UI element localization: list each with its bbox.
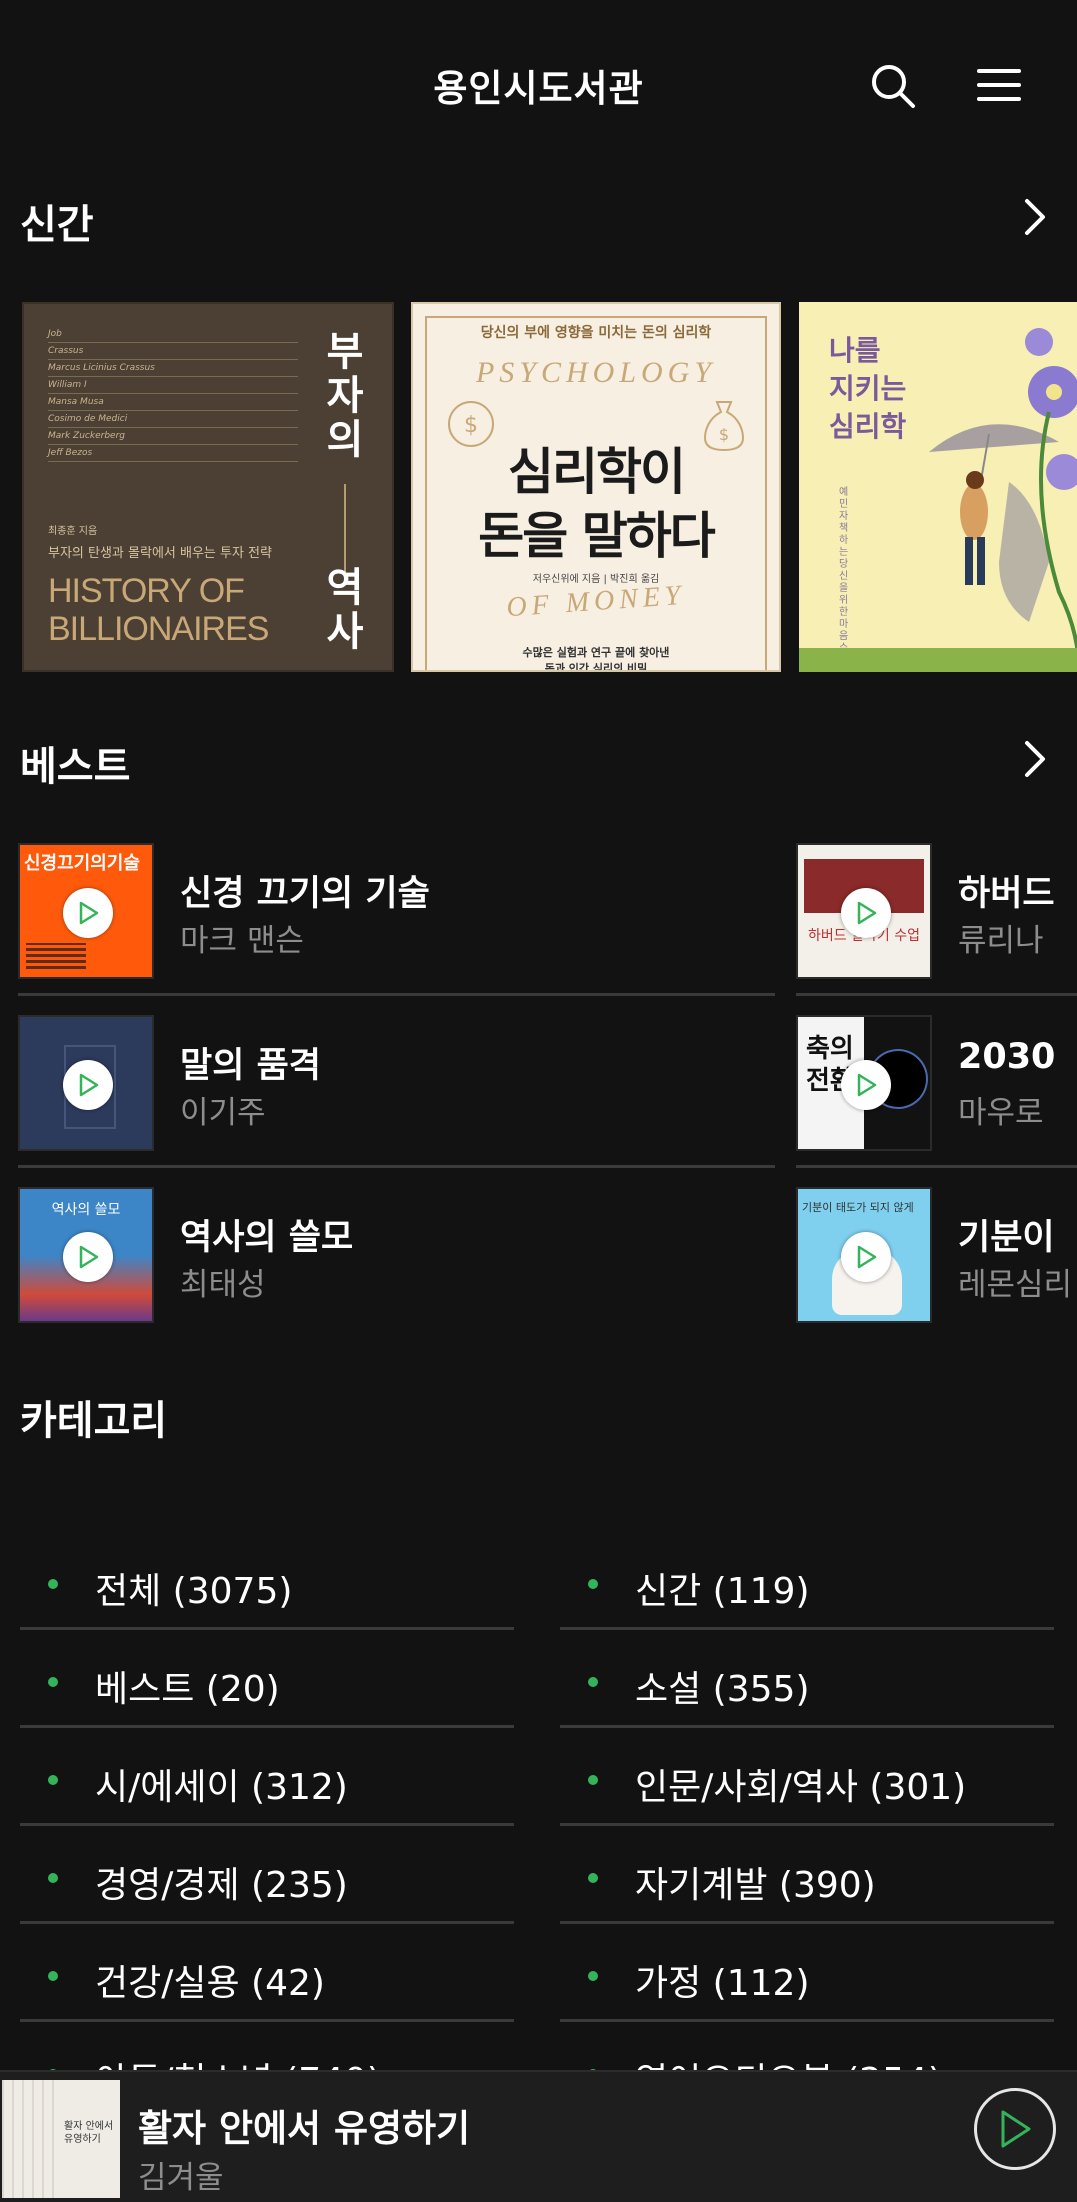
best-item[interactable]: 하버드 말하기 수업 하버드 류리나 [796, 843, 1077, 1015]
book-author: 마우로 [958, 1095, 1044, 1131]
book-author: 레몬심리 [958, 1267, 1073, 1303]
divider [796, 1165, 1077, 1168]
new-books-carousel[interactable]: Job Crassus Marcus Licinius Crassus Will… [0, 302, 1077, 674]
cover-title-ko-2: 역사 [326, 565, 364, 655]
section-title-new: 신간 [20, 202, 94, 248]
cover-divider [344, 484, 346, 574]
cover-bottom-1: 수많은 실험과 연구 끝에 찾아낸 [522, 646, 670, 659]
divider [560, 2019, 1054, 2022]
grass-strip [799, 648, 1077, 672]
cover-bottom-2: 돈과 인간 심리의 비밀 [544, 662, 648, 672]
category-item-best[interactable]: 베스트 (20) [20, 1632, 514, 1728]
chevron-right-icon[interactable] [1015, 195, 1055, 239]
cover-title-en-2: BILLIONAIRES [48, 610, 269, 648]
cover-en-top: PSYCHOLOGY [475, 356, 717, 389]
section-title-best: 베스트 [20, 744, 131, 790]
umbrella-illustration [929, 328, 1077, 672]
mini-player[interactable]: 활자 안에서 유영하기 활자 안에서 유영하기 김겨울 [0, 2070, 1077, 2202]
divider [20, 1823, 514, 1826]
divider [560, 1725, 1054, 1728]
cover-title-1: 심리학이 [508, 443, 686, 501]
category-item-poetry-essay[interactable]: 시/에세이 (312) [20, 1730, 514, 1826]
bullet-icon [588, 1873, 598, 1883]
category-item-humanities[interactable]: 인문/사회/역사 (301) [560, 1730, 1054, 1826]
best-item[interactable]: 말의 품격 이기주 [18, 1015, 775, 1187]
category-item-all[interactable]: 전체 (3075) [20, 1534, 514, 1630]
play-icon[interactable] [841, 888, 891, 938]
category-item-health[interactable]: 건강/실용 (42) [20, 1926, 514, 2022]
divider [560, 1921, 1054, 1924]
book-title: 2030 [958, 1037, 1056, 1077]
cover-title-ko: 부자의 [326, 329, 364, 463]
book-thumbnail: 신경끄기의기술 [18, 843, 154, 979]
bullet-icon [48, 1579, 58, 1589]
divider [20, 1725, 514, 1728]
chevron-right-icon[interactable] [1015, 737, 1055, 781]
play-icon[interactable] [841, 1060, 891, 1110]
book-cover-psychology-to-protect-me[interactable]: 나를지키는심리학 예민 자책하는 당신을 위한 마음 수업 [799, 302, 1077, 672]
book-thumbnail: 기분이 태도가 되지 않게 [796, 1187, 932, 1323]
best-item[interactable]: 축의 전환 2030 마우로 [796, 1015, 1077, 1187]
cover-subtitle: 예민 자책하는 당신을 위한 마음 수업 [839, 487, 849, 666]
book-cover-history-of-billionaires[interactable]: Job Crassus Marcus Licinius Crassus Will… [22, 302, 394, 672]
bullet-icon [588, 1579, 598, 1589]
book-author: 이기주 [180, 1095, 266, 1131]
divider [796, 993, 1077, 996]
divider [20, 1627, 514, 1630]
play-icon[interactable] [63, 1060, 113, 1110]
bullet-icon [588, 1971, 598, 1981]
cover-title-2: 돈을 말하다 [478, 507, 715, 565]
book-author: 류리나 [958, 923, 1044, 959]
bullet-icon [588, 1775, 598, 1785]
book-thumbnail: 하버드 말하기 수업 [796, 843, 932, 979]
book-title: 하버드 [958, 874, 1055, 914]
book-title: 역사의 쓸모 [180, 1218, 354, 1258]
book-thumbnail: 축의 전환 [796, 1015, 932, 1151]
divider [18, 993, 775, 996]
book-author: 최태성 [180, 1267, 266, 1303]
divider [20, 1921, 514, 1924]
play-button[interactable] [974, 2088, 1056, 2170]
category-item-self-development[interactable]: 자기계발 (390) [560, 1828, 1054, 1924]
bullet-icon [48, 1677, 58, 1687]
best-item[interactable]: 역사의 쓸모 역사의 쓸모 최태성 [18, 1187, 775, 1359]
category-item-novel[interactable]: 소설 (355) [560, 1632, 1054, 1728]
book-title: 신경 끄기의 기술 [180, 874, 430, 914]
bullet-icon [48, 1775, 58, 1785]
category-item-new[interactable]: 신간 (119) [560, 1534, 1054, 1630]
book-title: 말의 품격 [180, 1046, 321, 1086]
player-artist: 김겨울 [138, 2160, 224, 2196]
cover-subtitle: 부자의 탄생과 몰락에서 배우는 투자 전략 [48, 546, 272, 561]
cover-tagline: 당신의 부에 영향을 미치는 돈의 심리학 [480, 325, 712, 341]
section-title-category: 카테고리 [20, 1398, 168, 1444]
bullet-icon [588, 1677, 598, 1687]
player-title: 활자 안에서 유영하기 [138, 2107, 471, 2150]
player-thumbnail: 활자 안에서 유영하기 [2, 2080, 120, 2198]
play-icon[interactable] [63, 1232, 113, 1282]
app-header: 용인시도서관 [0, 0, 1077, 170]
best-item[interactable]: 기분이 태도가 되지 않게 기분이 레몬심리 [796, 1187, 1077, 1359]
cover-author: 최종훈 지음 [48, 526, 98, 537]
cover-title-en-1: HISTORY OF [48, 572, 245, 610]
play-icon[interactable] [841, 1232, 891, 1282]
divider [20, 2019, 514, 2022]
category-item-home[interactable]: 가정 (112) [560, 1926, 1054, 2022]
best-item[interactable]: 신경끄기의기술 신경 끄기의 기술 마크 맨슨 [18, 843, 775, 1015]
book-thumbnail: 역사의 쓸모 [18, 1187, 154, 1323]
bullet-icon [48, 1971, 58, 1981]
hamburger-menu-icon[interactable] [969, 55, 1029, 115]
book-cover-psychology-of-money[interactable]: 당신의 부에 영향을 미치는 돈의 심리학 PSYCHOLOGY $ $ 심리학… [411, 302, 781, 672]
category-item-business[interactable]: 경영/경제 (235) [20, 1828, 514, 1924]
book-thumbnail [18, 1015, 154, 1151]
search-icon[interactable] [863, 56, 923, 116]
divider [560, 1823, 1054, 1826]
book-author: 마크 맨슨 [180, 923, 304, 959]
cover-name-list: Job Crassus Marcus Licinius Crassus Will… [48, 326, 298, 462]
play-icon [1001, 2110, 1031, 2148]
divider [18, 1165, 775, 1168]
book-title: 기분이 [958, 1218, 1055, 1258]
divider [560, 1627, 1054, 1630]
play-icon[interactable] [63, 888, 113, 938]
bullet-icon [48, 1873, 58, 1883]
